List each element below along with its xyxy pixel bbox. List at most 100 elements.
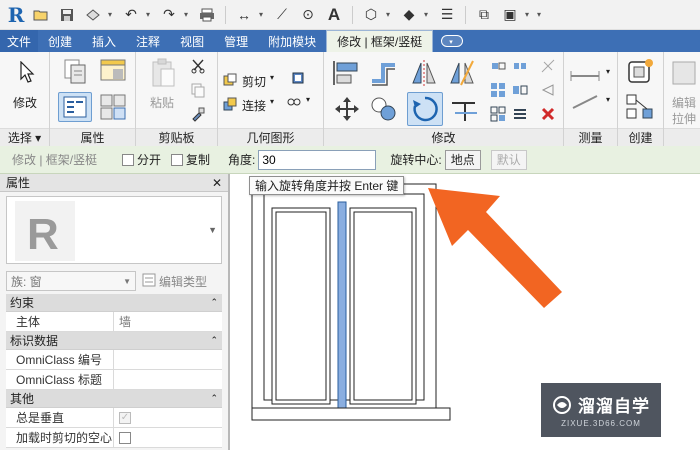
ribbon-minimize-button[interactable]: ▾ [433, 30, 471, 52]
align-icon[interactable] [330, 58, 362, 88]
tab-file[interactable]: 文件 [0, 30, 39, 52]
thin-lines-icon[interactable]: ☰ [436, 4, 458, 26]
property-value[interactable] [114, 350, 222, 369]
type-properties-icon[interactable] [60, 56, 90, 86]
join-geometry-icon[interactable] [220, 94, 240, 114]
measure-icon[interactable]: ↔ [233, 4, 255, 26]
wall-joins-icon[interactable] [288, 68, 308, 88]
undo-icon[interactable]: ↶ [120, 4, 142, 26]
chevron-down-icon[interactable]: ▾ [108, 10, 116, 19]
tab-annotate[interactable]: 注释 [126, 30, 170, 52]
cut-scissors-icon[interactable] [188, 56, 208, 76]
tab-manage[interactable]: 管理 [214, 30, 258, 52]
group-identity-data[interactable]: 标识数据 ⌃ [6, 332, 222, 350]
split-option[interactable]: 分开 [122, 151, 161, 168]
chevron-down-icon[interactable]: ▾ [606, 95, 610, 104]
tab-modify-mullion[interactable]: 修改 | 框架/竖梃 [326, 30, 434, 52]
property-value[interactable]: ✓ [114, 408, 222, 427]
chevron-down-icon[interactable]: ▾ [146, 10, 154, 19]
move-small-icon[interactable] [488, 56, 508, 76]
copy-element-icon[interactable] [510, 56, 530, 76]
trim-corner-icon[interactable] [448, 94, 480, 124]
text-icon[interactable]: A [323, 4, 345, 26]
copy-elements-icon[interactable] [368, 94, 400, 124]
property-value[interactable] [114, 370, 222, 389]
trim-extend-icon[interactable] [538, 56, 558, 76]
switch-windows-icon[interactable]: ▣ [499, 4, 521, 26]
offset-icon[interactable] [368, 58, 400, 88]
chevron-down-icon[interactable]: ▼ [208, 225, 217, 235]
family-types-icon[interactable] [98, 56, 128, 86]
paste-icon[interactable] [148, 58, 178, 88]
group-constraints[interactable]: 约束 ⌃ [6, 294, 222, 312]
collapse-icon[interactable]: ⌃ [210, 297, 218, 308]
chevron-down-icon[interactable]: ▾ [386, 10, 394, 19]
open-icon[interactable] [30, 4, 52, 26]
section-icon[interactable]: ◆ [398, 4, 420, 26]
mirror-draw-axis-icon[interactable] [446, 58, 478, 88]
copy-checkbox[interactable] [171, 153, 184, 166]
chevron-down-icon[interactable]: ▾ [424, 10, 432, 19]
cut-geometry-button[interactable]: 剪切 [242, 73, 266, 90]
group-other[interactable]: 其他 ⌃ [6, 390, 222, 408]
chevron-down-icon[interactable]: ▾ [306, 95, 310, 104]
always-vertical-checkbox[interactable]: ✓ [119, 411, 131, 424]
cut-geometry-icon[interactable] [220, 70, 240, 90]
delete-icon[interactable] [538, 104, 558, 124]
scale-icon[interactable] [510, 80, 530, 100]
type-selector-icon[interactable] [98, 92, 128, 122]
chevron-down-icon[interactable]: ▾ [270, 97, 274, 106]
chevron-down-icon[interactable]: ▾ [270, 73, 274, 82]
select-panel-title[interactable]: 选择 ▾ [0, 128, 49, 146]
chevron-down-icon[interactable]: ▾ [606, 67, 610, 76]
move-icon[interactable] [332, 94, 362, 124]
tab-insert[interactable]: 插入 [82, 30, 126, 52]
place-center-button[interactable]: 地点 [444, 149, 481, 170]
paste-button[interactable]: 粘贴 [150, 94, 174, 111]
properties-toggle-icon[interactable] [58, 92, 92, 122]
split-gap-icon[interactable] [510, 104, 530, 124]
redo-icon[interactable]: ↷ [158, 4, 180, 26]
chevron-down-icon[interactable]: ▾ [259, 10, 267, 19]
copy-option[interactable]: 复制 [171, 151, 210, 168]
tag-icon[interactable]: ⊙ [297, 4, 319, 26]
split-face-icon[interactable] [284, 92, 304, 112]
split-element-icon[interactable] [488, 104, 508, 124]
chevron-down-icon[interactable]: ▾ [525, 10, 533, 19]
close-icon[interactable]: ✕ [212, 176, 222, 190]
edit-type-button[interactable]: 编辑类型 [142, 273, 207, 290]
join-geometry-button[interactable]: 连接 [242, 97, 266, 114]
close-windows-icon[interactable]: ⧉ [473, 4, 495, 26]
mirror-pick-axis-icon[interactable] [408, 58, 440, 88]
modify-cursor-icon[interactable] [16, 60, 38, 84]
rotate-icon[interactable] [407, 92, 443, 126]
dimension-icon[interactable]: ⟋ [271, 4, 293, 26]
collapse-icon[interactable]: ⌃ [210, 393, 218, 404]
type-selector[interactable]: R ▼ [6, 196, 222, 264]
property-value[interactable] [114, 428, 222, 447]
collapse-icon[interactable]: ⌃ [210, 335, 218, 346]
tab-view[interactable]: 视图 [170, 30, 214, 52]
default-center-button[interactable]: 默认 [490, 149, 527, 170]
sync-icon[interactable] [82, 4, 104, 26]
create-part-icon[interactable] [624, 56, 656, 88]
array-icon[interactable] [488, 80, 508, 100]
split-checkbox[interactable] [122, 153, 134, 166]
edit-extrusion-icon[interactable] [670, 58, 698, 88]
match-properties-icon[interactable] [188, 104, 208, 124]
tab-addins[interactable]: 附加模块 [258, 30, 326, 52]
print-icon[interactable] [196, 4, 218, 26]
modify-button[interactable]: 修改 [13, 94, 37, 111]
cut-voids-checkbox[interactable] [119, 431, 131, 444]
revit-logo-icon[interactable]: R [6, 3, 26, 27]
family-filter-select[interactable]: 族: 窗 ▼ [6, 271, 136, 291]
chevron-down-icon[interactable]: ▾ [184, 10, 192, 19]
copy-icon[interactable] [188, 80, 208, 100]
create-group-icon[interactable] [624, 92, 656, 122]
save-icon[interactable] [56, 4, 78, 26]
pin-icon[interactable] [538, 80, 558, 100]
tab-create[interactable]: 创建 [38, 30, 82, 52]
dimension-tool-icon[interactable] [568, 92, 604, 112]
customize-icon[interactable]: ▾ [537, 10, 551, 19]
3d-view-icon[interactable]: ⬡ [360, 4, 382, 26]
